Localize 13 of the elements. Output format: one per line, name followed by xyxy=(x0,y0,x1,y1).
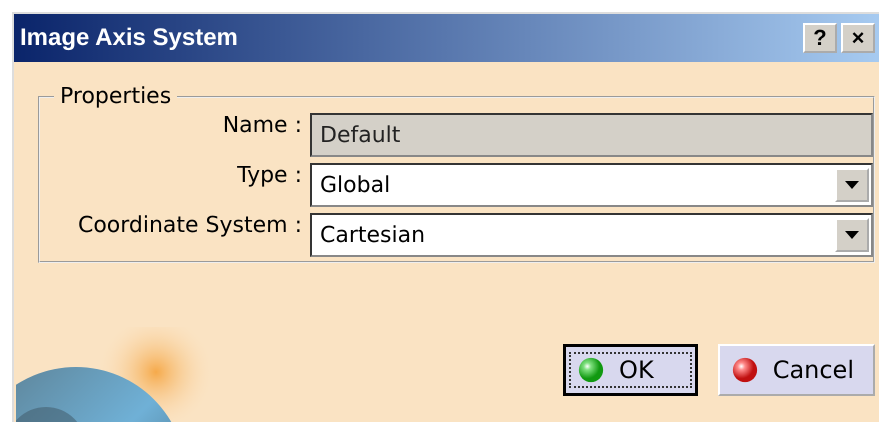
ball-icon xyxy=(730,356,759,384)
dropdown[interactable]: Cartesian xyxy=(310,213,873,257)
dropdown[interactable]: Global xyxy=(310,163,873,207)
help-button[interactable]: ? xyxy=(803,23,837,53)
group-legend: Properties xyxy=(54,84,178,109)
cancel-button[interactable]: Cancel xyxy=(718,344,875,396)
field-label: Type : xyxy=(236,163,302,188)
field-label: Name : xyxy=(222,113,302,138)
window-title: Image Axis System xyxy=(20,24,238,52)
field-label: Coordinate System : xyxy=(76,213,302,238)
ball-icon xyxy=(577,356,606,384)
ok-button[interactable]: OK xyxy=(563,344,698,396)
close-button[interactable]: × xyxy=(841,23,875,53)
